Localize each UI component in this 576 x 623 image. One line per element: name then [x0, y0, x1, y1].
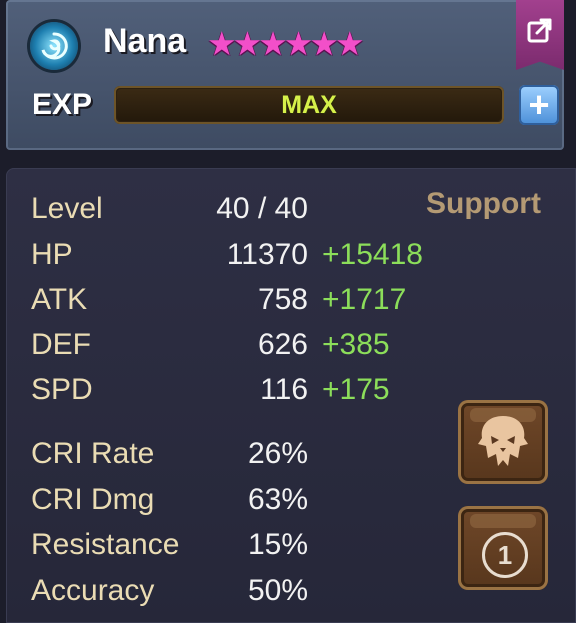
- stat-label: Accuracy: [31, 574, 155, 607]
- stat-row-accuracy: Accuracy 50%: [6, 571, 426, 611]
- stat-row-spd: SPD 116 +175: [6, 370, 466, 410]
- star-rating: ★★★★★★: [207, 24, 365, 64]
- exp-status: MAX: [281, 91, 337, 119]
- stat-label: CRI Rate: [31, 437, 155, 470]
- add-exp-button[interactable]: +: [519, 85, 559, 125]
- stat-label: Resistance: [31, 528, 180, 561]
- stat-value: 26%: [247, 437, 308, 470]
- stat-value: 50%: [247, 574, 308, 607]
- stat-label: Level: [31, 192, 103, 225]
- stat-value: 116: [260, 373, 308, 406]
- water-element-icon: [30, 22, 78, 70]
- stat-value: 758: [257, 283, 308, 316]
- stat-row-atk: ATK 758 +1717: [6, 280, 466, 320]
- share-arrow-icon: [527, 18, 552, 43]
- skull-button[interactable]: [458, 400, 548, 484]
- stat-row-cri-dmg: CRI Dmg 63%: [6, 480, 426, 520]
- stat-value: 15%: [247, 528, 308, 561]
- star-icon: ★: [334, 25, 365, 62]
- stat-label: CRI Dmg: [31, 483, 155, 516]
- stat-row-hp: HP 11370 +15418: [6, 235, 466, 275]
- stat-bonus: +385: [322, 328, 390, 361]
- stat-value: 63%: [247, 483, 308, 516]
- stat-row-def: DEF 626 +385: [6, 325, 466, 365]
- exp-bar: MAX: [114, 86, 504, 124]
- share-button[interactable]: [516, 0, 564, 70]
- stat-label: HP: [31, 238, 73, 271]
- exp-label: EXP: [32, 88, 93, 121]
- skull-mask-icon: [478, 416, 528, 466]
- stat-row-level: Level 40 / 40: [6, 189, 426, 229]
- stat-bonus: +15418: [322, 238, 423, 271]
- monster-header: Nana ★★★★★★ EXP MAX +: [6, 0, 564, 150]
- stat-label: SPD: [31, 373, 93, 406]
- stat-row-resistance: Resistance 15%: [6, 525, 426, 565]
- stat-value: 11370: [226, 238, 308, 271]
- stat-bonus: +1717: [322, 283, 407, 316]
- rune-slot-number: 1: [482, 532, 528, 578]
- stat-label: ATK: [31, 283, 88, 316]
- monster-name: Nana: [103, 22, 187, 60]
- stat-label: DEF: [31, 328, 91, 361]
- stats-panel: Support Level 40 / 40 HP 11370 +15418 AT…: [6, 168, 576, 623]
- rune-slot-button[interactable]: 1: [458, 506, 548, 590]
- stat-value: 626: [257, 328, 308, 361]
- stat-value: 40 / 40: [216, 192, 308, 225]
- role-label: Support: [426, 187, 541, 220]
- stat-row-cri-rate: CRI Rate 26%: [6, 434, 426, 474]
- stat-bonus: +175: [322, 373, 390, 406]
